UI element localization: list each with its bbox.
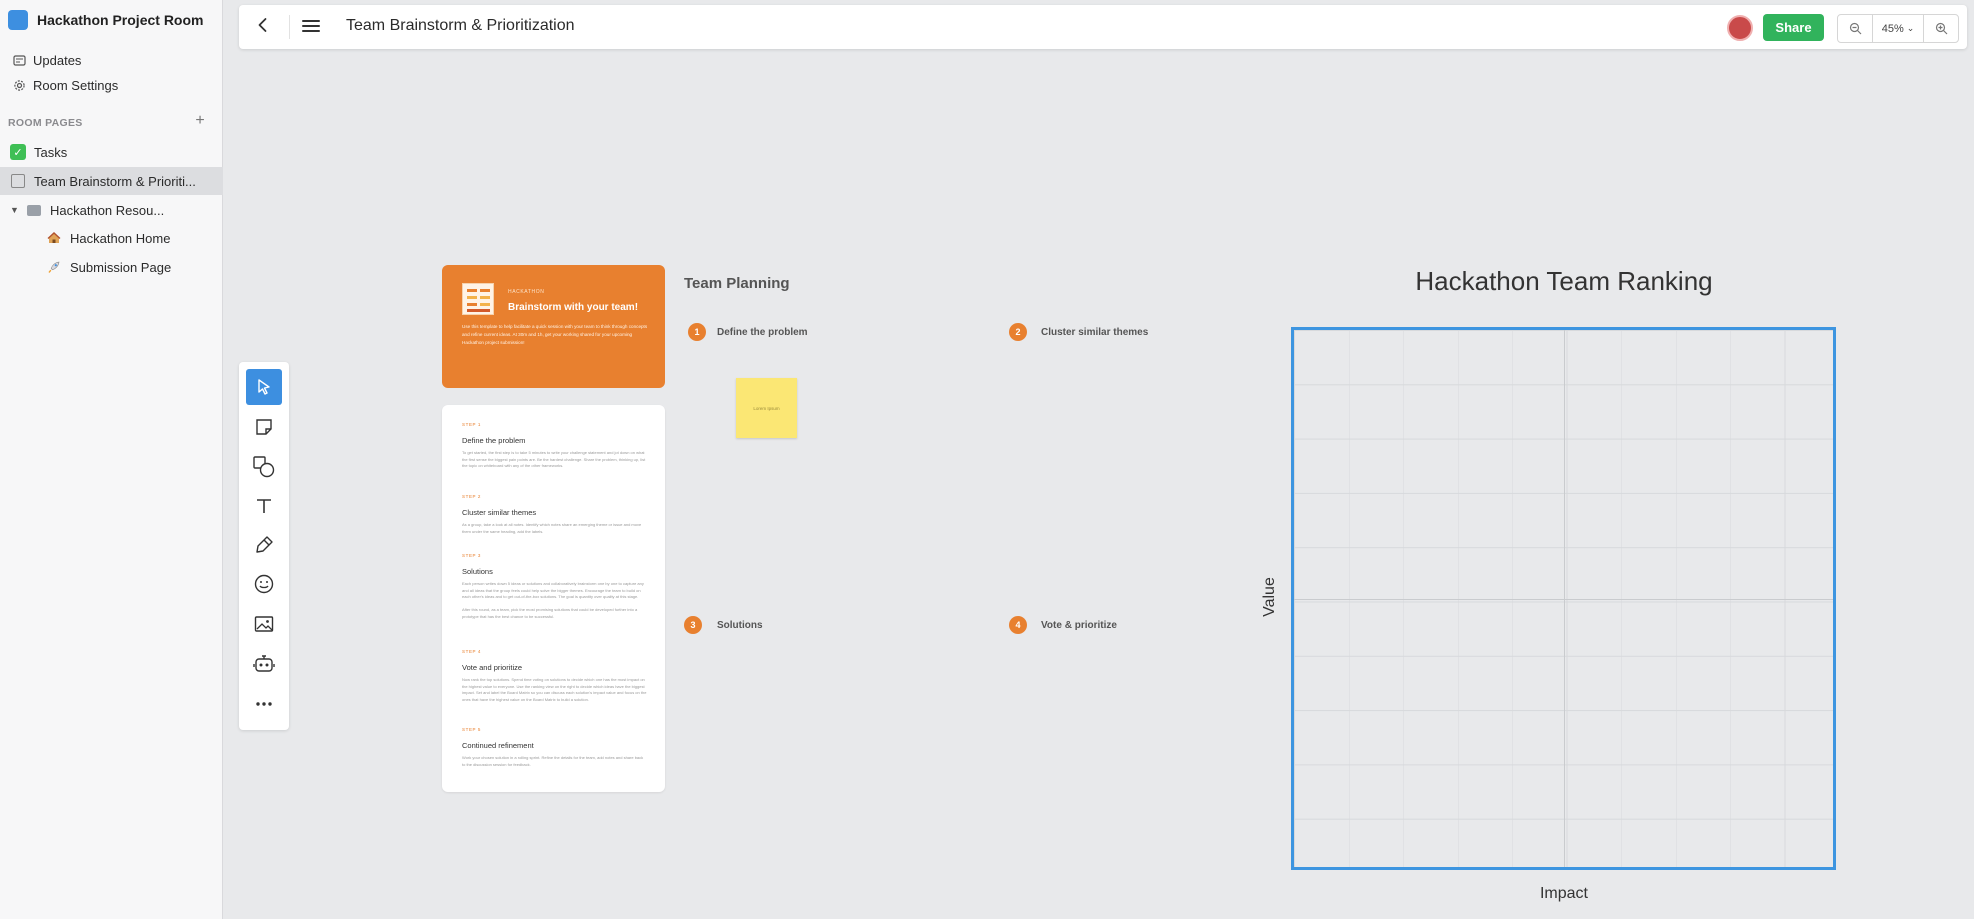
step-label: Vote & prioritize: [1041, 620, 1117, 631]
sidebar-page-hackathon-home[interactable]: Hackathon Home: [0, 224, 223, 252]
y-axis-label: Value: [1261, 577, 1278, 617]
tool-palette: [239, 362, 289, 730]
ranking-grid[interactable]: [1291, 327, 1836, 870]
sidebar-link-label: Updates: [33, 52, 82, 68]
rocket-emoji-icon: [46, 259, 62, 275]
hamburger-menu-icon[interactable]: [302, 17, 320, 35]
room-logo: [8, 10, 28, 30]
divider: [289, 15, 290, 39]
ranking-title: Hackathon Team Ranking: [1415, 266, 1713, 296]
zoom-controls: 45% ⌄: [1837, 14, 1959, 43]
select-tool-icon[interactable]: [246, 369, 282, 405]
step-title: Vote and prioritize: [462, 663, 523, 672]
step-kicker: STEP 5: [462, 727, 482, 732]
zoom-level-select[interactable]: 45% ⌄: [1872, 15, 1924, 42]
room-pages-label: ROOM PAGES: [8, 117, 83, 129]
checkbox-icon: ✓: [10, 144, 26, 160]
zoom-level-value: 45%: [1881, 22, 1904, 35]
updates-icon: [12, 53, 26, 67]
step-label: Define the problem: [717, 327, 808, 338]
ai-robot-icon[interactable]: [246, 646, 282, 682]
pen-icon[interactable]: [246, 527, 282, 563]
step-title: Define the problem: [462, 436, 526, 445]
sidebar-page-team-brainstorm[interactable]: Team Brainstorm & Prioriti...: [0, 167, 223, 195]
step-description: Work your chosen solution in a rolling s…: [462, 755, 644, 767]
caret-down-icon[interactable]: ▼: [10, 205, 22, 215]
step-block: STEP 3 Solutions Each person writes down…: [462, 553, 647, 620]
sidebar-page-hackathon-resources[interactable]: ▼ Hackathon Resou...: [0, 196, 223, 224]
sidebar-link-room-settings[interactable]: Room Settings: [0, 72, 223, 98]
sidebar-page-tasks[interactable]: ✓ Tasks: [0, 138, 223, 166]
room-title[interactable]: Hackathon Project Room: [8, 9, 203, 31]
template-intro-card[interactable]: HACKATHON Brainstorm with your team! Use…: [442, 265, 665, 388]
step-label: Cluster similar themes: [1041, 327, 1149, 338]
sidebar-page-label: Team Brainstorm & Prioriti...: [34, 173, 196, 189]
template-thumbnail: [462, 283, 494, 315]
step-kicker: STEP 4: [462, 649, 482, 654]
grid-center-horizontal: [1294, 598, 1833, 600]
image-icon[interactable]: [246, 606, 282, 642]
step-block: STEP 5 Continued refinement Work your ch…: [462, 727, 647, 768]
top-bar: Team Brainstorm & Prioritization Share 4…: [239, 5, 1967, 49]
intro-kicker: HACKATHON: [508, 289, 545, 295]
sidebar-page-label: Tasks: [34, 144, 68, 160]
zoom-out-icon[interactable]: [1838, 15, 1872, 42]
x-axis-label: Impact: [1539, 885, 1588, 902]
step-description: Now rank the top solutions. Spend time v…: [462, 677, 647, 702]
zoom-in-icon[interactable]: [1924, 15, 1958, 42]
steps-card[interactable]: STEP 1 Define the problem To get started…: [442, 405, 665, 792]
whiteboard-icon: [10, 173, 26, 189]
gear-icon: [12, 78, 26, 92]
add-page-button[interactable]: +: [192, 112, 208, 130]
page-title: Team Brainstorm & Prioritization: [346, 17, 575, 34]
back-arrow-icon[interactable]: [251, 15, 275, 39]
sidebar-link-updates[interactable]: Updates: [0, 47, 223, 73]
emoji-icon[interactable]: [246, 566, 282, 602]
step-description: Each person writes down 5 ideas or solut…: [462, 581, 644, 619]
house-emoji-icon: [46, 230, 62, 246]
intro-title: Brainstorm with your team!: [508, 302, 639, 313]
step-block: STEP 1 Define the problem To get started…: [462, 422, 647, 470]
sticky-note[interactable]: Lorem Ipsum: [736, 378, 797, 438]
sticky-note-icon[interactable]: [246, 409, 282, 445]
more-options-icon[interactable]: [246, 686, 282, 722]
step-label: Solutions: [717, 620, 763, 631]
sidebar-link-label: Room Settings: [33, 77, 119, 93]
step-kicker: STEP 3: [462, 553, 482, 558]
sidebar-page-label: Submission Page: [70, 259, 172, 275]
step-number-badge: 3: [684, 616, 702, 634]
sidebar: Hackathon Project Room Updates Room Sett…: [0, 0, 223, 919]
folder-icon: [26, 202, 42, 218]
step-block: STEP 4 Vote and prioritize Now rank the …: [462, 649, 647, 703]
step-block: STEP 2 Cluster similar themes As a group…: [462, 494, 647, 535]
room-title-text: Hackathon Project Room: [37, 12, 204, 28]
team-planning-heading: Team Planning: [684, 275, 790, 292]
step-description: As a group, take a look at all notes. Id…: [462, 522, 642, 534]
step-title: Continued refinement: [462, 741, 534, 750]
step-number-badge: 2: [1009, 323, 1027, 341]
step-description: To get started, the first step is to tak…: [462, 450, 646, 468]
shapes-icon[interactable]: [246, 449, 282, 485]
step-number-badge: 4: [1009, 616, 1027, 634]
chevron-down-icon: ⌄: [1906, 23, 1915, 33]
step-number-badge: 1: [688, 323, 706, 341]
sidebar-page-label: Hackathon Resou...: [50, 202, 165, 218]
share-button[interactable]: Share: [1763, 14, 1824, 41]
intro-description: Use this template to help facilitate a q…: [462, 324, 648, 345]
step-title: Cluster similar themes: [462, 508, 537, 517]
sidebar-page-submission-page[interactable]: Submission Page: [0, 253, 223, 281]
sidebar-page-label: Hackathon Home: [70, 230, 171, 246]
avatar[interactable]: [1727, 15, 1753, 41]
step-kicker: STEP 2: [462, 494, 482, 499]
step-title: Solutions: [462, 567, 493, 576]
step-kicker: STEP 1: [462, 422, 482, 427]
text-tool-icon[interactable]: [246, 488, 282, 524]
